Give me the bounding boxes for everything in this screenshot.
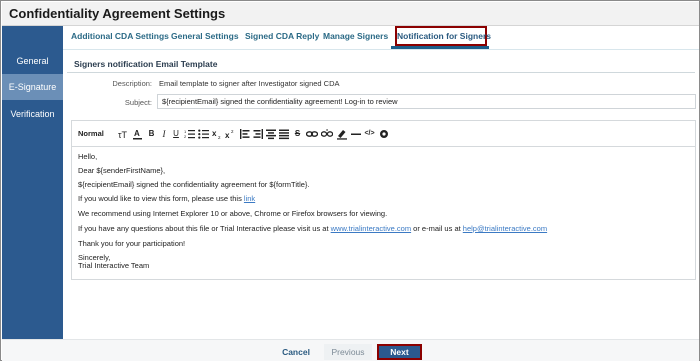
- tab-notification-for-signers[interactable]: Notification for Signers: [395, 26, 491, 46]
- tab-manage-signers[interactable]: Manage Signers: [323, 26, 388, 46]
- email-template-editor[interactable]: Hello, Dear ${senderFirstName}, ${recipi…: [71, 146, 696, 280]
- bold-icon[interactable]: B: [147, 128, 156, 140]
- horizontal-rule-icon[interactable]: [351, 128, 361, 140]
- highlight-icon[interactable]: [336, 128, 348, 140]
- align-right-icon[interactable]: [253, 128, 263, 140]
- underline-icon[interactable]: U: [172, 128, 180, 140]
- editor-greeting: Hello,: [78, 152, 98, 161]
- editor-signed-line: ${recipientEmail} signed the confidentia…: [78, 180, 310, 189]
- bullet-list-icon[interactable]: [198, 128, 209, 140]
- next-button[interactable]: Next: [377, 344, 422, 360]
- editor-team: Trial Interactive Team: [78, 261, 150, 270]
- form-link[interactable]: link: [244, 194, 255, 203]
- svg-text:x: x: [212, 129, 217, 138]
- svg-text:A: A: [134, 129, 140, 138]
- subscript-icon[interactable]: x2: [212, 128, 222, 140]
- description-label: Description:: [112, 79, 152, 88]
- align-center-icon[interactable]: [266, 128, 276, 140]
- questions-mid-text: or e-mail us at: [411, 224, 463, 233]
- svg-text:2: 2: [184, 134, 187, 139]
- ordered-list-icon[interactable]: 12: [184, 128, 195, 140]
- strikethrough-icon[interactable]: S: [293, 128, 302, 140]
- tab-bar: Additional CDA Settings General Settings…: [63, 26, 699, 49]
- dialog-window: Confidentiality Agreement Settings Gener…: [0, 0, 700, 361]
- section-divider: [67, 72, 695, 73]
- editor-dear: Dear ${senderFirstName},: [78, 166, 166, 175]
- sidebar: General E-Signature Verification: [2, 26, 63, 339]
- format-select[interactable]: Normal: [78, 128, 104, 140]
- svg-text:2: 2: [231, 129, 234, 134]
- font-size-icon[interactable]: τT: [118, 128, 130, 140]
- editor-toolbar: Normal τT A B I U 12 x2 x2 S </>: [71, 120, 696, 146]
- editor-questions-line: If you have any questions about this fil…: [78, 224, 547, 233]
- svg-text:x: x: [225, 131, 230, 140]
- svg-text:τT: τT: [118, 130, 128, 140]
- link-icon[interactable]: [306, 128, 318, 140]
- tab-signed-cda-reply[interactable]: Signed CDA Reply: [245, 26, 319, 46]
- title-bar: Confidentiality Agreement Settings: [2, 2, 699, 26]
- settings-panel: Signers notification Email Template Desc…: [63, 49, 699, 339]
- editor-browsers-line: We recommend using Internet Explorer 10 …: [78, 209, 388, 218]
- align-left-icon[interactable]: [240, 128, 250, 140]
- sidebar-item-e-signature[interactable]: E-Signature: [2, 74, 63, 100]
- text-color-icon[interactable]: A: [132, 128, 144, 140]
- editor-thanks-line: Thank you for your participation!: [78, 239, 186, 248]
- align-justify-icon[interactable]: [279, 128, 289, 140]
- questions-text: If you have any questions about this fil…: [78, 224, 331, 233]
- italic-icon[interactable]: I: [160, 128, 168, 140]
- tab-general-settings[interactable]: General Settings: [171, 26, 239, 46]
- sidebar-item-verification[interactable]: Verification: [2, 101, 63, 127]
- footer-bar: Cancel Previous Next: [2, 339, 699, 361]
- subject-field[interactable]: ${recipientEmail} signed the confidentia…: [157, 94, 696, 109]
- window-title: Confidentiality Agreement Settings: [9, 6, 226, 21]
- section-title: Signers notification Email Template: [74, 59, 218, 69]
- editor-view-line: If you would like to view this form, ple…: [78, 194, 255, 203]
- svg-text:2: 2: [218, 135, 221, 140]
- view-line-text: If you would like to view this form, ple…: [78, 194, 244, 203]
- website-link[interactable]: www.trialinteractive.com: [331, 224, 411, 233]
- unlink-icon[interactable]: [321, 128, 333, 140]
- description-value: Email template to signer after Investiga…: [159, 79, 340, 88]
- cancel-button[interactable]: Cancel: [272, 344, 320, 360]
- settings-icon[interactable]: [379, 128, 389, 140]
- superscript-icon[interactable]: x2: [225, 128, 235, 140]
- sidebar-item-general[interactable]: General: [2, 48, 63, 74]
- previous-button[interactable]: Previous: [324, 344, 372, 360]
- code-icon[interactable]: </>: [364, 128, 375, 140]
- email-link[interactable]: help@trialinteractive.com: [463, 224, 547, 233]
- tab-additional-cda-settings[interactable]: Additional CDA Settings: [71, 26, 169, 46]
- subject-label: Subject:: [124, 98, 152, 107]
